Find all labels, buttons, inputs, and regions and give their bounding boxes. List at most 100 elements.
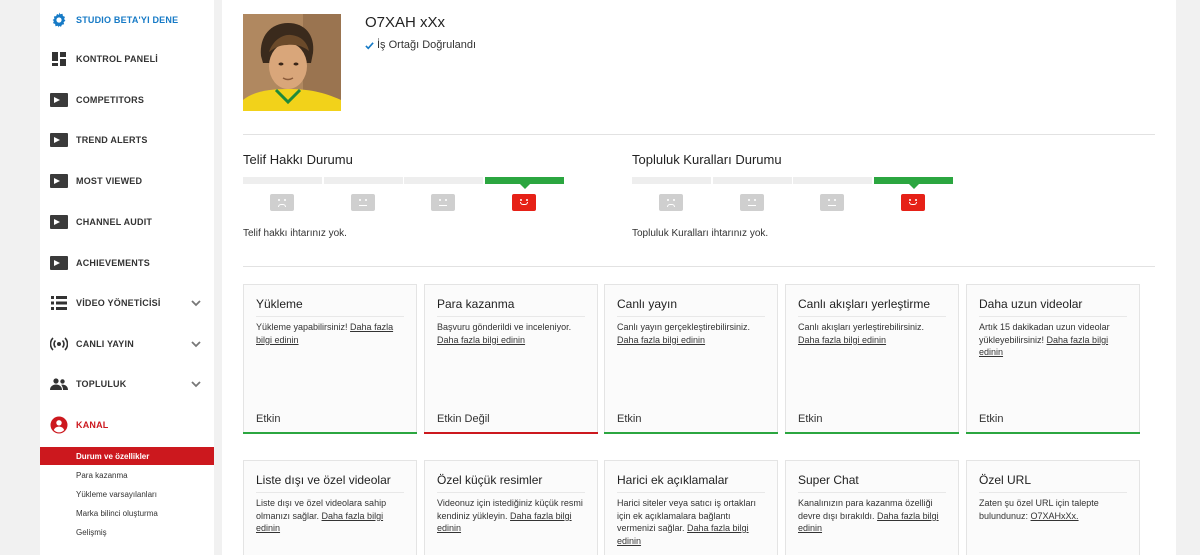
feature-card: Canlı akışları yerleştirme Canlı akışları… [785, 284, 959, 434]
chevron-down-icon[interactable] [190, 296, 202, 308]
feature-card-description: Harici siteler veya satıcı iş ortakları … [617, 497, 767, 547]
sidebar-item-label: COMPETITORS [76, 95, 145, 105]
neutral-face-icon [820, 194, 844, 211]
feature-card-title: Para kazanma [437, 297, 515, 311]
sidebar-item-channel-audit[interactable]: CHANNEL AUDIT [40, 202, 214, 242]
divider [979, 316, 1127, 317]
feature-card-title: Harici ek açıklamalar [617, 473, 729, 487]
channel-name: O7XAH xXx [365, 14, 446, 31]
sidebar-item-label: TREND ALERTS [76, 135, 148, 145]
live-broadcast-icon [50, 335, 68, 353]
divider [437, 316, 585, 317]
feature-card: Harici ek açıklamalar Harici siteler veya… [604, 460, 778, 555]
feature-card-description: Kanalınızın para kazanma özelliği devre … [798, 497, 948, 535]
feature-card-text: Başvuru gönderildi ve inceleniyor. [437, 322, 572, 332]
sidebar-item-label: CANLI YAYIN [76, 339, 134, 349]
feature-card-description: Canlı yayın gerçekleştirebilirsiniz. Dah… [617, 321, 767, 346]
sidebar-item-studio-beta[interactable]: STUDIO BETA'YI DENE [40, 0, 214, 40]
sidebar-item-most-viewed[interactable]: MOST VIEWED [40, 161, 214, 201]
sidebar-item-label: STUDIO BETA'YI DENE [76, 15, 179, 25]
feature-card-text: Yükleme yapabilirsiniz! [256, 322, 351, 332]
feature-card: Canlı yayın Canlı yayın gerçekleştirebili… [604, 284, 778, 434]
extension-icon [50, 131, 68, 149]
channel-icon [50, 416, 68, 434]
feature-card-description: Liste dışı ve özel videolara sahip olman… [256, 497, 406, 535]
copyright-status-scale [243, 177, 565, 217]
sidebar-item-label: KONTROL PANELİ [76, 54, 158, 64]
feature-card-title: Canlı yayın [617, 297, 678, 311]
feature-card: Para kazanma Başvuru gönderildi ve incele… [424, 284, 598, 434]
feature-card-title: Özel küçük resimler [437, 473, 543, 487]
neutral-face-icon [431, 194, 455, 211]
sidebar-subitem-branding[interactable]: Marka bilinci oluşturma [40, 504, 214, 522]
feature-card: Özel küçük resimler Videonuz için istediğ… [424, 460, 598, 555]
sidebar-item-dashboard[interactable]: KONTROL PANELİ [40, 39, 214, 79]
feature-status-bar [424, 432, 598, 434]
feature-card-description: Yükleme yapabilirsiniz! Daha fazla bilgi… [256, 321, 406, 346]
learn-more-link[interactable]: Daha fazla bilgi edinin [437, 335, 525, 345]
feature-card: Super Chat Kanalınızın para kazanma özell… [785, 460, 959, 555]
divider [979, 492, 1127, 493]
chevron-down-icon[interactable] [190, 377, 202, 389]
divider [256, 492, 404, 493]
status-segment [484, 177, 564, 189]
sidebar-item-community[interactable]: TOPLULUK [40, 364, 214, 404]
avatar[interactable] [243, 14, 341, 111]
feature-card-description: Videonuz için istediğiniz küçük resmi ke… [437, 497, 587, 535]
feature-status-bar [785, 432, 959, 434]
happy-face-icon [900, 194, 925, 211]
sidebar-item-competitors[interactable]: COMPETITORS [40, 80, 214, 120]
verified-label: İş Ortağı Doğrulandı [377, 39, 477, 51]
community-status-scale [632, 177, 954, 217]
main-panel: O7XAH xXx İş Ortağı Doğrulandı Telif Hak… [222, 0, 1176, 555]
sidebar-subitem-upload-defaults[interactable]: Yükleme varsayılanları [40, 485, 214, 503]
feature-card-status: Etkin Değil [437, 413, 490, 425]
sidebar-item-video-manager[interactable]: VİDEO YÖNETİCİSİ [40, 283, 214, 323]
sidebar-item-channel[interactable]: KANAL [40, 405, 214, 445]
feature-card: Liste dışı ve özel videolar Liste dışı ve… [243, 460, 417, 555]
feature-card-status: Etkin [979, 413, 1004, 425]
status-segment [243, 177, 322, 184]
status-segment [404, 177, 483, 184]
sidebar-item-live[interactable]: CANLI YAYIN [40, 324, 214, 364]
status-segment [873, 177, 953, 189]
video-manager-icon [50, 294, 68, 312]
copyright-status-note: Telif hakkı ihtarınız yok. [243, 228, 347, 239]
community-status-title: Topluluk Kuralları Durumu [632, 152, 782, 167]
sidebar-subitem-monetization[interactable]: Para kazanma [40, 466, 214, 484]
sidebar: STUDIO BETA'YI DENE KONTROL PANELİ COMPE… [40, 0, 214, 555]
divider [437, 492, 585, 493]
copyright-status-title: Telif Hakkı Durumu [243, 152, 353, 167]
divider [798, 316, 946, 317]
sidebar-item-label: KANAL [76, 420, 109, 430]
feature-card-status: Etkin [617, 413, 642, 425]
feature-card: Yükleme Yükleme yapabilirsiniz! Daha fazl… [243, 284, 417, 434]
divider [617, 316, 765, 317]
extension-icon [50, 172, 68, 190]
happy-face-icon [511, 194, 536, 211]
feature-card-title: Özel URL [979, 473, 1032, 487]
feature-card-text: Canlı akışları yerleştirebilirsiniz. [798, 322, 925, 332]
chevron-down-icon[interactable] [190, 337, 202, 349]
sidebar-item-trend-alerts[interactable]: TREND ALERTS [40, 120, 214, 160]
feature-card-description: Artık 15 dakikadan uzun videolar yükleye… [979, 321, 1129, 359]
neutral-face-icon [739, 194, 764, 211]
checkmark-icon [365, 41, 374, 50]
feature-card-description: Canlı akışları yerleştirebilirsiniz. Dah… [798, 321, 948, 346]
feature-status-bar [243, 432, 417, 434]
sidebar-subitem-status-features[interactable]: Durum ve özellikler [40, 447, 214, 465]
sidebar-item-achievements[interactable]: ACHIEVEMENTS [40, 243, 214, 283]
sidebar-item-label: VİDEO YÖNETİCİSİ [76, 298, 161, 308]
feature-card-status: Etkin [798, 413, 823, 425]
learn-more-link[interactable]: Daha fazla bilgi edinin [617, 335, 705, 345]
feature-card-title: Canlı akışları yerleştirme [798, 297, 931, 311]
sidebar-subitem-advanced[interactable]: Gelişmiş [40, 523, 214, 541]
gear-icon [50, 11, 68, 29]
extension-icon [50, 213, 68, 231]
feature-card-description: Zaten şu özel URL için talepte bulundunu… [979, 497, 1129, 522]
divider [243, 134, 1155, 135]
learn-more-link[interactable]: O7XAHxXx. [1031, 511, 1079, 521]
learn-more-link[interactable]: Daha fazla bilgi edinin [798, 335, 886, 345]
sad-face-icon [659, 194, 683, 211]
community-icon [50, 375, 68, 393]
